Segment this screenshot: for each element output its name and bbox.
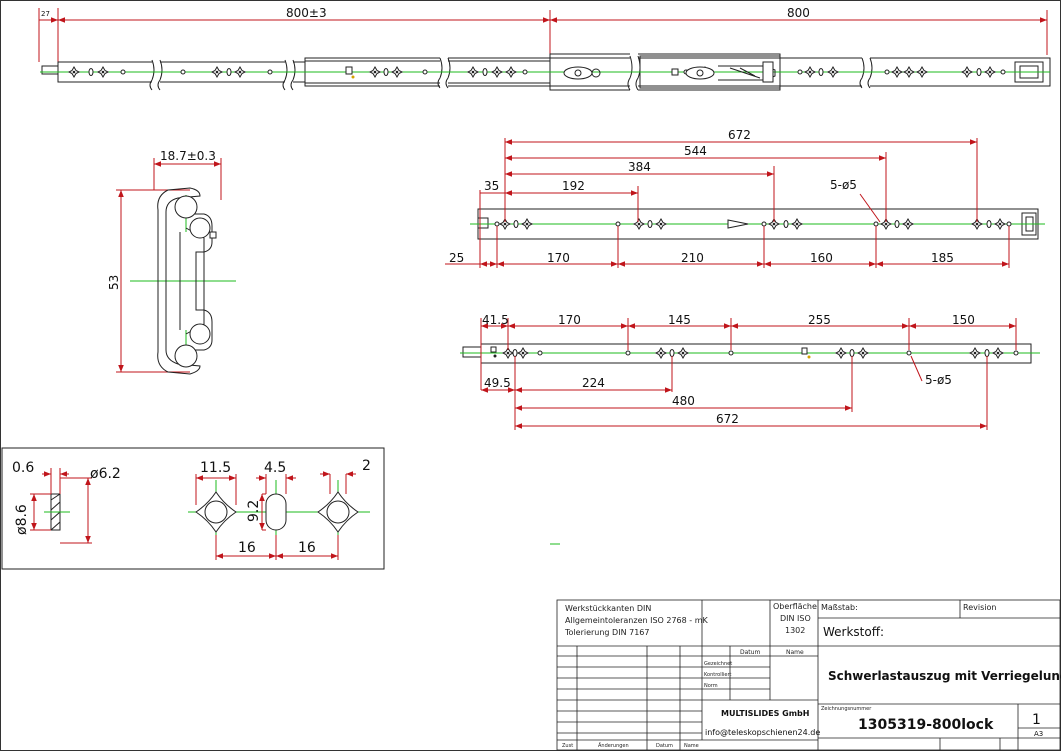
tb-datum-label: Datum (740, 649, 760, 656)
dim-top-27: 27 (41, 10, 50, 18)
tb-footer-zust: Zust (562, 743, 573, 749)
dim-outer-192: 192 (562, 179, 585, 193)
tb-drawing-no-label: Zeichnungsnummer (821, 706, 872, 712)
dim-inner-41-5: 41.5 (482, 313, 509, 327)
dim-outer-170: 170 (547, 251, 570, 265)
dim-detail-2: 2 (362, 458, 371, 474)
dim-detail-11-5: 11.5 (200, 460, 231, 476)
dim-inner-255: 255 (808, 313, 831, 327)
outer-rail-view: 672 544 384 192 35 5-ø5 25 170 210 160 1… (445, 128, 1045, 268)
tb-email: info@teleskopschienen24.de (705, 728, 820, 737)
tb-note-2: Allgemeintoleranzen ISO 2768 - mK (565, 616, 709, 625)
dim-detail-16-right: 16 (298, 540, 316, 556)
dim-outer-35: 35 (484, 179, 499, 193)
technical-drawing: 27 800±3 800 18.7±0.3 53 672 544 384 192… (0, 0, 1061, 751)
title-block: Werkstückkanten DIN Allgemeintoleranzen … (556, 599, 1061, 751)
dim-outer-185: 185 (931, 251, 954, 265)
dim-detail-9-2: 9.2 (246, 500, 262, 522)
tb-material-label: Werkstoff: (823, 625, 884, 639)
tb-note-1: Werkstückkanten DIN (565, 604, 651, 613)
tb-sheet-no: 1 (1032, 712, 1041, 728)
dim-detail-4-5: 4.5 (264, 460, 286, 476)
tb-row-checked: Kontrolliert (704, 672, 732, 678)
dim-outer-210: 210 (681, 251, 704, 265)
dim-inner-145: 145 (668, 313, 691, 327)
tb-footer-name: Name (684, 743, 699, 749)
dim-inner-49-5: 49.5 (484, 376, 511, 390)
profile-view: 18.7±0.3 53 (107, 149, 236, 375)
tb-name-label: Name (786, 649, 804, 656)
dim-inner-224: 224 (582, 376, 605, 390)
sheet-border (0, 0, 1061, 751)
dim-outer-160: 160 (810, 251, 833, 265)
tb-surface-label: Oberfläche (773, 602, 817, 611)
tb-sheet-format: A3 (1034, 730, 1043, 738)
dim-outer-384: 384 (628, 160, 651, 174)
dim-inner-170: 170 (558, 313, 581, 327)
tb-note-3: Tolerierung DIN 7167 (564, 628, 649, 637)
dim-inner-150: 150 (952, 313, 975, 327)
tb-title: Schwerlastauszug mit Verriegelung (828, 669, 1061, 683)
dim-outer-25: 25 (449, 251, 464, 265)
tb-row-drawn: Gezeichnet (704, 661, 732, 667)
dim-profile-width: 18.7±0.3 (160, 149, 216, 163)
dim-top-800: 800 (787, 6, 810, 20)
tb-footer-changes: Änderungen (598, 742, 629, 749)
tb-surface-value-2: 1302 (785, 626, 805, 635)
dim-top-800-tol: 800±3 (286, 6, 327, 20)
dim-profile-height: 53 (107, 275, 121, 290)
tb-company: MULTISLIDES GmbH (721, 709, 809, 718)
detail-view: 0.6 ø6.2 ø8.6 11.5 4.5 2 9.2 16 16 (1, 447, 385, 570)
tb-drawing-no: 1305319-800lock (858, 717, 994, 733)
dim-detail-16-left: 16 (238, 540, 256, 556)
dim-detail-0-6: 0.6 (12, 460, 34, 476)
tb-revision-label: Revision (963, 603, 996, 612)
dim-detail-d6-2: ø6.2 (90, 466, 121, 482)
dim-inner-480: 480 (672, 394, 695, 408)
inner-rail-view: 41.5 170 145 255 150 49.5 224 480 672 5-… (460, 313, 1040, 430)
tb-scale-label: Maßstab: (821, 603, 858, 612)
inner-hole-callout: 5-ø5 (925, 373, 952, 387)
tb-footer-date: Datum (656, 743, 673, 749)
dim-detail-d8-6: ø8.6 (14, 504, 30, 535)
tb-row-norm: Norm (704, 683, 718, 689)
dim-outer-672: 672 (728, 128, 751, 142)
dim-inner-672: 672 (716, 412, 739, 426)
tb-surface-value-1: DIN ISO (780, 614, 811, 623)
outer-hole-callout: 5-ø5 (830, 178, 857, 192)
top-view-slide: 27 800±3 800 (38, 6, 1051, 92)
dim-outer-544: 544 (684, 144, 707, 158)
